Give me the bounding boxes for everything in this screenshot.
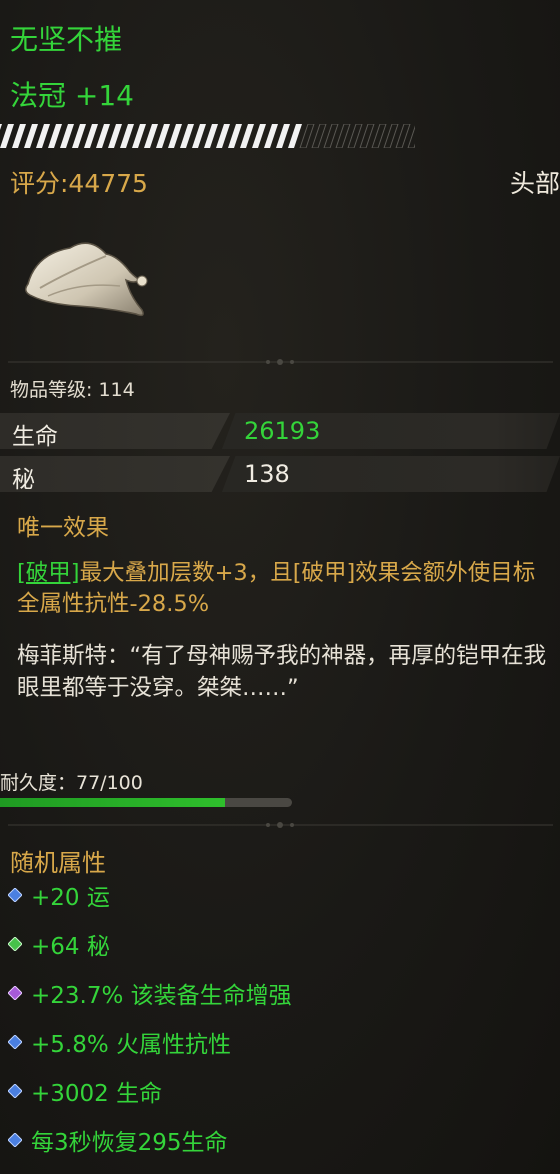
- unique-effect-text: 最大叠加层数+3，且[破甲]效果会额外使目标全属性抗性-28.5%: [17, 560, 536, 617]
- affix-row: +64 秘: [8, 928, 110, 960]
- item-name: 无坚不摧: [10, 23, 123, 56]
- affix-text: +64 秘: [31, 934, 110, 960]
- affix-row: +20 运: [8, 879, 110, 911]
- affix-row: +3002 生命: [8, 1075, 162, 1107]
- stat-value: 26193: [244, 417, 321, 445]
- section-divider: [8, 354, 553, 368]
- stat-row-arcane: 秘 138: [0, 456, 560, 493]
- keyword-link[interactable]: [破甲]: [17, 560, 80, 586]
- affix-text: +5.8% 火属性抗性: [31, 1032, 232, 1058]
- blue-gem-icon: [8, 888, 22, 902]
- quality-stripe: [0, 124, 415, 148]
- green-gem-icon: [8, 937, 22, 951]
- unique-effect-description: [破甲]最大叠加层数+3，且[破甲]效果会额外使目标全属性抗性-28.5%: [17, 558, 547, 620]
- lore-quote: 梅菲斯特：“有了母神赐予我的神器，再厚的铠甲在我眼里都等于没穿。桀桀……”: [17, 643, 547, 701]
- blue-gem-icon: [8, 1035, 22, 1049]
- durability-label: 耐久度：77/100: [0, 772, 143, 794]
- stat-label: 秘: [12, 467, 35, 493]
- unique-effect-title: 唯一效果: [17, 515, 109, 541]
- durability-fill: [0, 798, 225, 807]
- blue-gem-icon: [8, 1133, 22, 1147]
- section-divider: [8, 817, 553, 831]
- affix-text: +3002 生命: [31, 1081, 163, 1107]
- item-subtitle: 法冠 +14: [10, 79, 134, 112]
- random-attributes-title: 随机属性: [10, 849, 106, 877]
- stat-row-life: 生命 26193: [0, 413, 560, 450]
- affix-text: 每3秒恢复295生命: [31, 1130, 228, 1156]
- score-text: 评分:44775: [10, 169, 148, 198]
- stat-value: 138: [244, 460, 290, 488]
- affix-row: 每3秒恢复295生命: [8, 1124, 228, 1156]
- purple-gem-icon: [8, 986, 22, 1000]
- blue-gem-icon: [8, 1084, 22, 1098]
- affix-row: +23.7% 该装备生命增强: [8, 977, 292, 1009]
- affix-text: +20 运: [31, 885, 110, 911]
- affix-row: +5.8% 火属性抗性: [8, 1026, 231, 1058]
- item-level: 物品等级: 114: [10, 379, 135, 401]
- stat-label: 生命: [12, 424, 58, 450]
- durability-bar: [0, 798, 292, 807]
- wizard-hat-icon: [18, 226, 158, 336]
- slot-label: 头部: [509, 169, 560, 198]
- affix-text: +23.7% 该装备生命增强: [31, 983, 292, 1009]
